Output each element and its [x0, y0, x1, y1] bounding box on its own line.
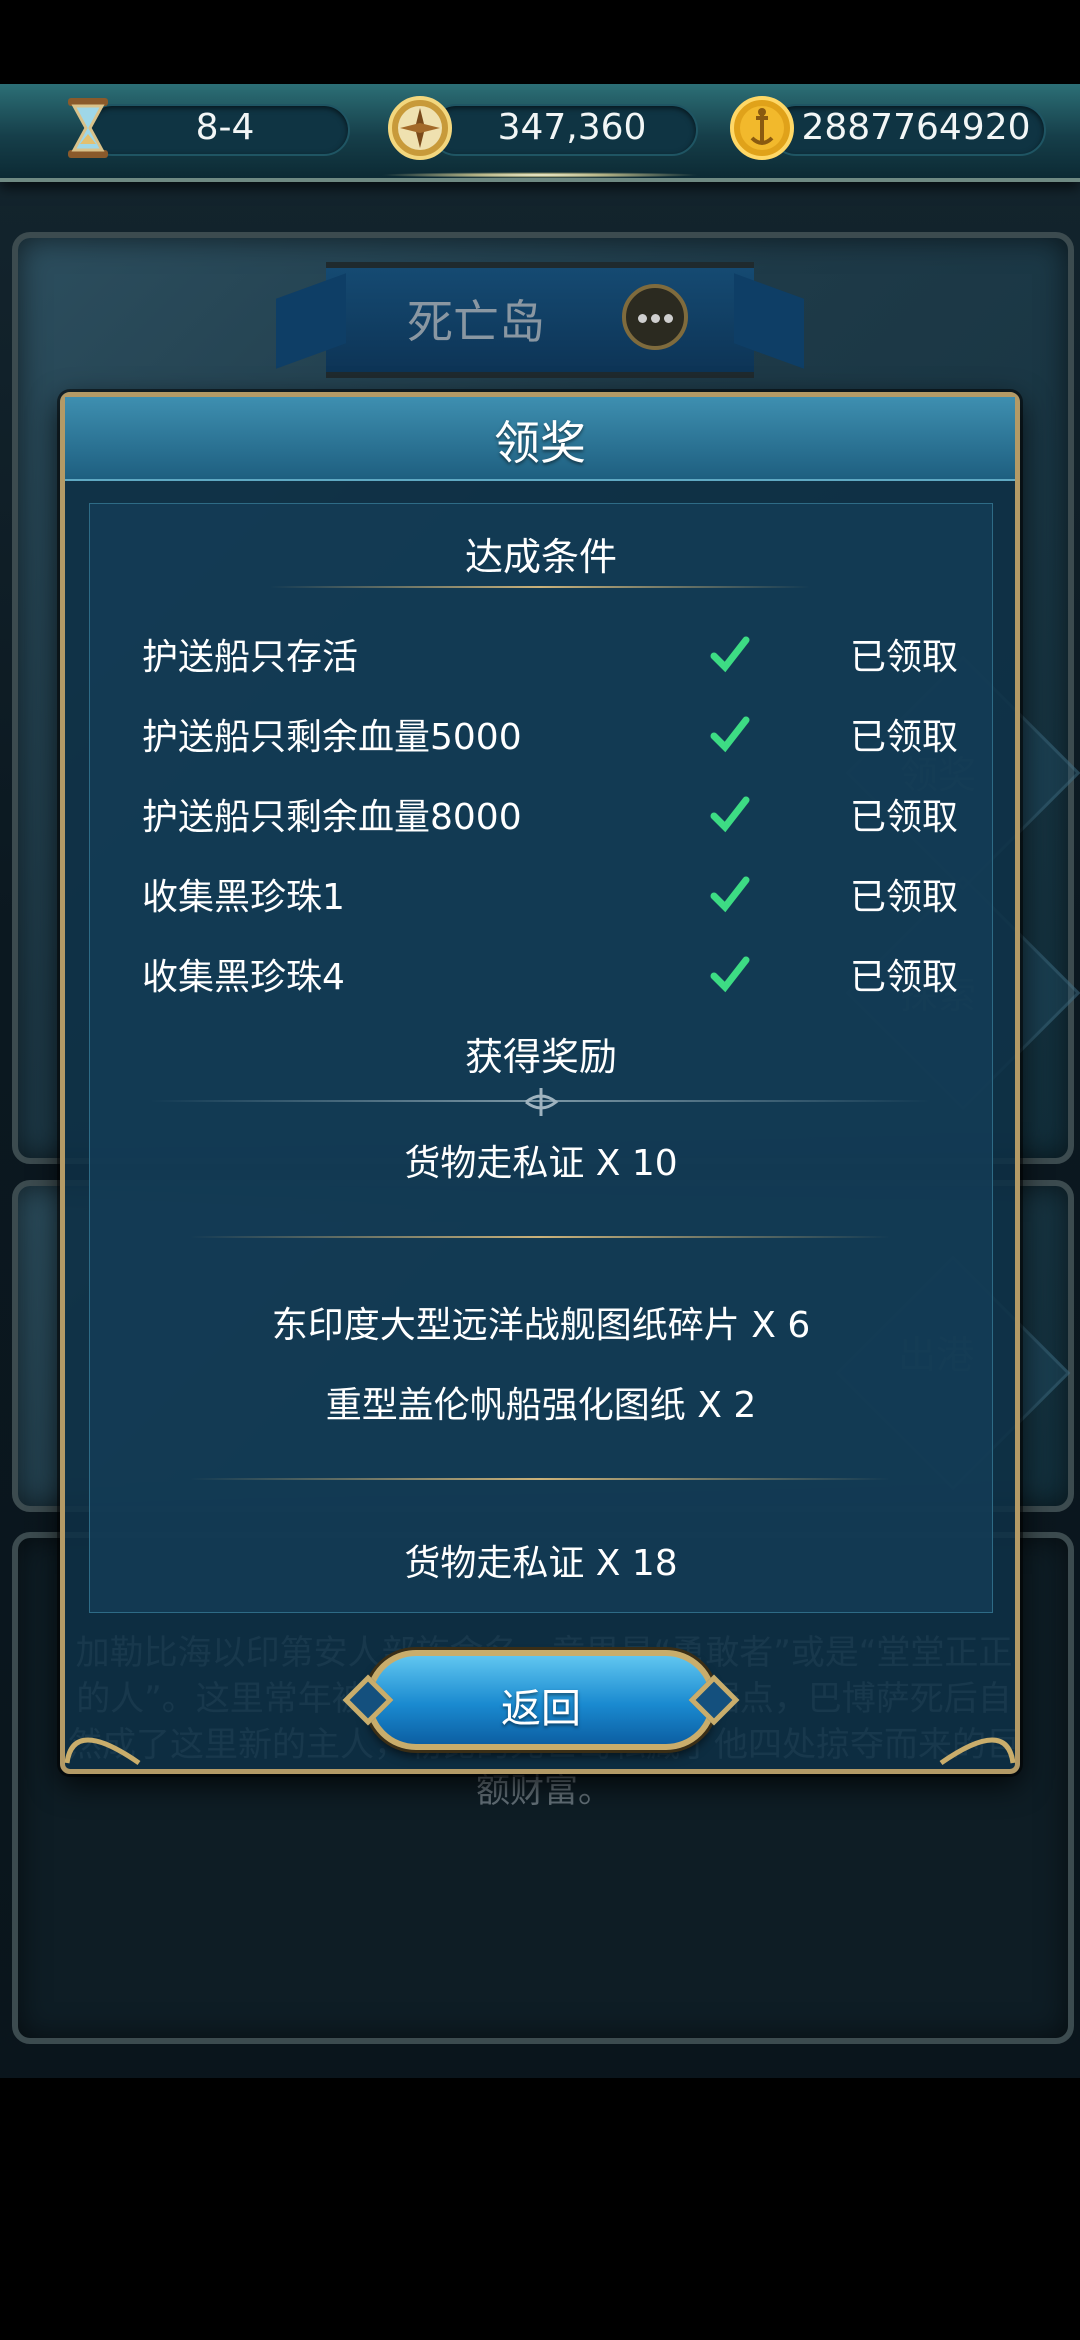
stage-level-value: 8-4 [195, 107, 255, 148]
reward-dialog: 领奖 达成条件 护送船只存活 已领取 护送船只剩余血量5000 已领取 护送船只… [60, 392, 1020, 1774]
conditions-title: 达成条件 [464, 535, 617, 579]
corner-ornament-icon [64, 1737, 141, 1766]
dialog-header: 领奖 [65, 397, 1015, 481]
condition-row: 收集黑珍珠1 已领取 [90, 868, 992, 928]
dialog-title: 领奖 [494, 416, 586, 470]
condition-name: 护送船只剩余血量5000 [142, 717, 522, 758]
reward-item: 重型盖伦帆船强化图纸 X 2 [325, 1385, 757, 1426]
condition-status: 已领取 [850, 957, 959, 998]
condition-row: 护送船只存活 已领取 [90, 628, 992, 688]
dialog-content: 达成条件 护送船只存活 已领取 护送船只剩余血量5000 已领取 护送船只剩余血… [89, 503, 993, 1613]
reward-divider [190, 1236, 890, 1238]
gold-coin-icon [730, 96, 794, 160]
condition-status: 已领取 [850, 717, 959, 758]
reward-item: 货物走私证 X 10 [404, 1143, 678, 1184]
check-icon [710, 716, 750, 753]
gold-value: 2887764920 [801, 107, 1031, 148]
return-button-label: 返回 [501, 1686, 581, 1732]
resource-bar: 8-4 347,360 2887764920 [0, 84, 1080, 182]
corner-ornament-icon [939, 1737, 1016, 1766]
reward-item: 货物走私证 X 18 [404, 1543, 678, 1584]
condition-name: 护送船只剩余血量8000 [142, 797, 522, 838]
condition-status: 已领取 [850, 877, 959, 918]
conditions-divider [270, 586, 810, 588]
check-icon [710, 796, 750, 833]
compass-value: 347,360 [497, 107, 647, 148]
condition-row: 收集黑珍珠4 已领取 [90, 948, 992, 1008]
condition-row: 护送船只剩余血量5000 已领取 [90, 708, 992, 768]
reward-divider [190, 1478, 890, 1480]
condition-name: 收集黑珍珠4 [142, 957, 345, 998]
condition-status: 已领取 [850, 637, 959, 678]
check-icon [710, 956, 750, 993]
chat-icon[interactable] [622, 284, 688, 350]
reward-item: 东印度大型远洋战舰图纸碎片 X 6 [271, 1305, 811, 1346]
check-icon [710, 636, 750, 673]
condition-row: 护送船只剩余血量8000 已领取 [90, 788, 992, 848]
stage-title-banner: 死亡岛 [276, 262, 804, 378]
condition-name: 收集黑珍珠1 [142, 877, 345, 918]
stage-title: 死亡岛 [407, 295, 545, 349]
rewards-title: 获得奖励 [464, 1035, 617, 1079]
ornament-icon [525, 1088, 559, 1116]
condition-status: 已领取 [850, 797, 959, 838]
check-icon [710, 876, 750, 913]
return-button[interactable]: 返回 [342, 1650, 740, 1750]
condition-name: 护送船只存活 [142, 637, 359, 678]
compass-icon [388, 96, 452, 160]
